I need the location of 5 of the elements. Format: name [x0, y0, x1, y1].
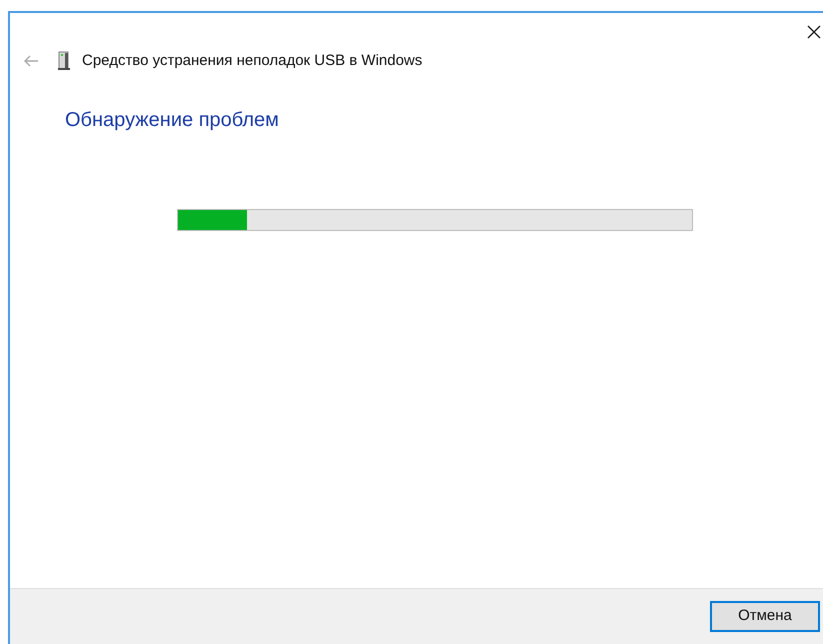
- page-heading: Обнаружение проблем: [65, 108, 279, 133]
- close-icon[interactable]: [807, 25, 821, 39]
- cancel-button[interactable]: Отмена: [710, 601, 820, 632]
- window-title: Средство устранения неполадок USB в Windows: [82, 50, 422, 71]
- usb-drive-icon: [57, 51, 71, 71]
